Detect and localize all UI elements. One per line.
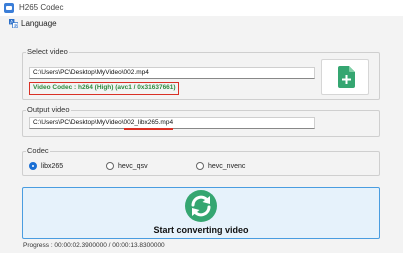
radio-label-libx265: libx265 <box>41 162 64 170</box>
highlight-underline <box>124 128 173 130</box>
language-label: Language <box>21 19 57 28</box>
radio-button-checked[interactable] <box>29 162 37 170</box>
radio-button[interactable] <box>196 162 204 170</box>
start-button-label: Start converting video <box>153 225 249 235</box>
radio-label-hevc-qsv: hevc_qsv <box>118 162 148 170</box>
radio-libx265[interactable]: libx265 <box>29 162 63 170</box>
codec-info-text: Video Codec : h264 (High) (avc1 / 0x3163… <box>29 82 179 95</box>
radio-button[interactable] <box>106 162 114 170</box>
translate-icon: A あ <box>9 19 18 28</box>
sync-icon <box>185 190 217 222</box>
radio-hevc-nvenc[interactable]: hevc_nvenc <box>196 162 245 170</box>
start-converting-button[interactable]: Start converting video <box>22 187 380 239</box>
window-title: H265 Codec <box>19 3 64 12</box>
video-icon <box>4 3 14 13</box>
svg-text:あ: あ <box>14 23 18 28</box>
radio-hevc-qsv[interactable]: hevc_qsv <box>106 162 148 170</box>
title-bar: H265 Codec <box>0 0 403 16</box>
codec-label: Codec <box>26 146 50 155</box>
radio-label-hevc-nvenc: hevc_nvenc <box>208 162 246 170</box>
add-file-icon <box>338 66 355 88</box>
progress-status: Progress : 00:00:02.3900000 / 00:00:13.8… <box>23 242 165 249</box>
select-video-label: Select video <box>26 47 69 56</box>
output-video-label: Output video <box>26 105 71 114</box>
input-path-field[interactable]: C:\Users\PC\Desktop\MyVideo\002.mp4 <box>29 67 315 79</box>
add-file-button[interactable] <box>321 59 369 95</box>
menu-bar: A あ Language <box>0 16 403 32</box>
